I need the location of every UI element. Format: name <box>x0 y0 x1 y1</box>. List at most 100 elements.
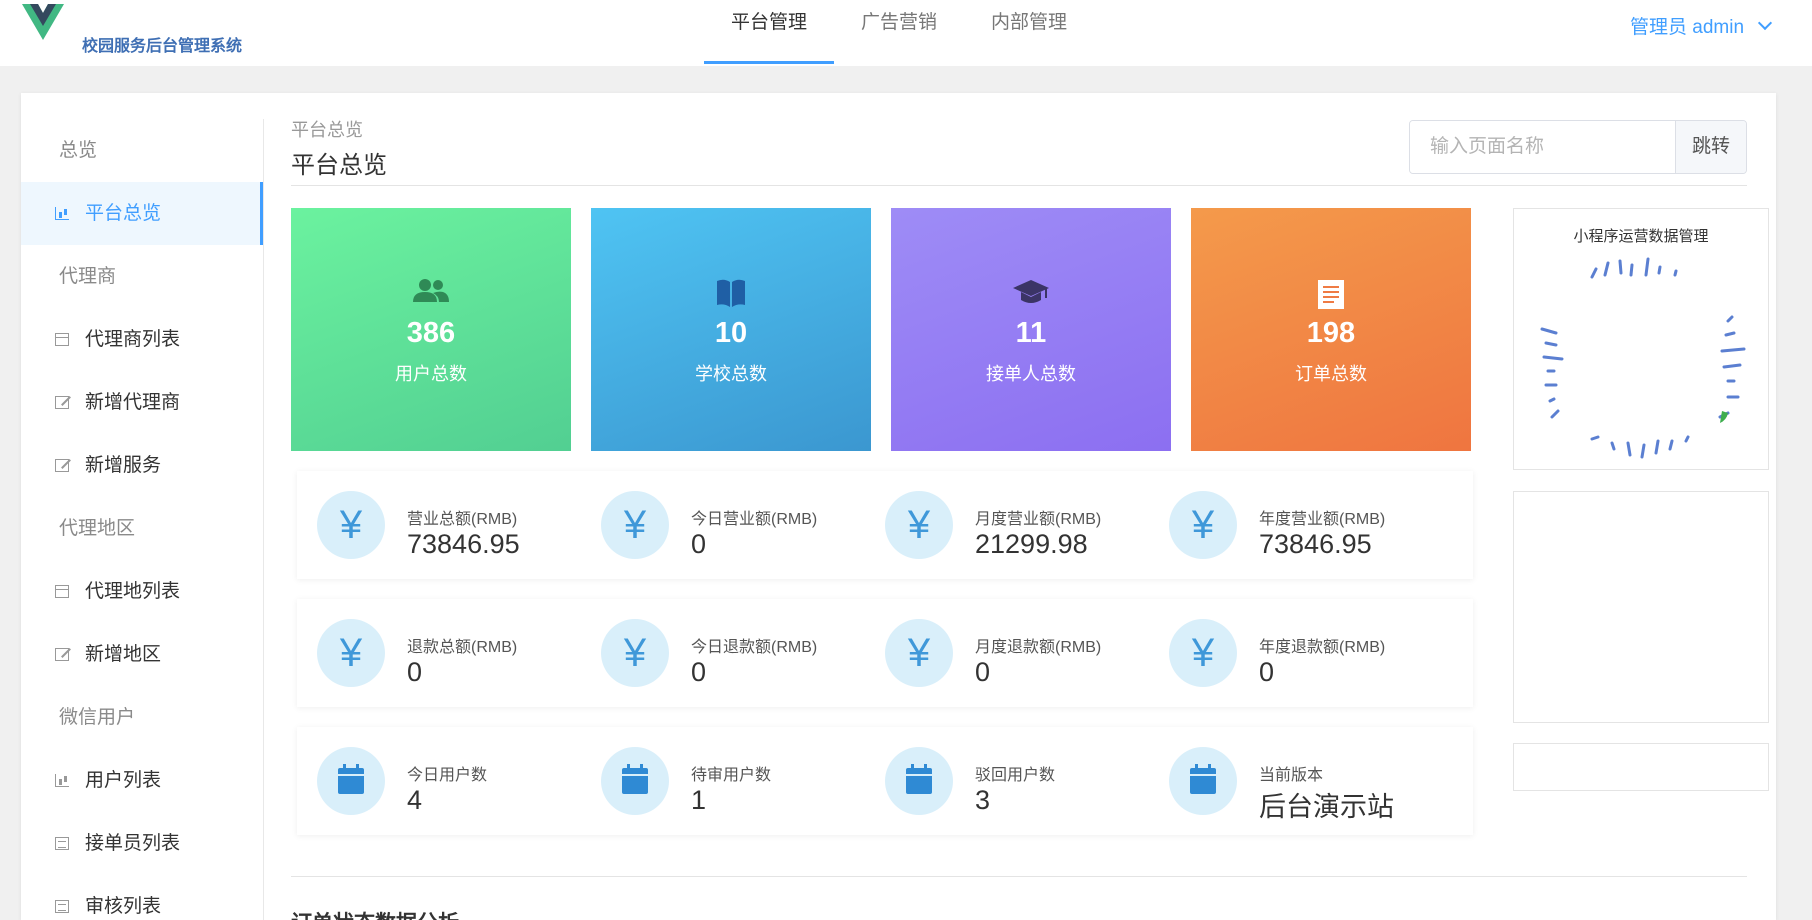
yuan-icon: ¥ <box>317 491 385 559</box>
sidebar-item-label: 用户列表 <box>85 770 162 791</box>
metric-monthly-refund: ¥ 月度退款额(RMB) 0 <box>865 619 1135 687</box>
sidebar-item-label: 代理商列表 <box>85 329 181 350</box>
sidebar-item-label: 新增服务 <box>85 455 162 476</box>
sidebar-item-platform-overview[interactable]: 平台总览 <box>21 182 263 245</box>
sidebar-group-wechat-users: 微信用户 <box>59 707 136 728</box>
yuan-icon: ¥ <box>601 619 669 687</box>
vue-logo-icon <box>22 4 64 40</box>
metric-rejected-users: 驳回用户数 3 <box>865 747 1135 815</box>
side-card-2 <box>1513 491 1769 723</box>
sidebar-item-region-list[interactable]: 代理地列表 <box>21 560 263 623</box>
metric-value: 4 <box>407 785 423 815</box>
order-status-section: 订单状态数据分析 <box>291 876 1747 920</box>
page-search: 跳转 <box>1409 120 1747 174</box>
sidebar-group-agents: 代理商 <box>59 266 117 287</box>
sidebar-item-label: 新增地区 <box>85 644 162 665</box>
metric-value: 73846.95 <box>407 529 520 559</box>
metric-label: 驳回用户数 <box>975 767 1056 784</box>
sidebar-item-add-service[interactable]: 新增服务 <box>21 434 263 497</box>
users-icon <box>413 279 449 302</box>
loading-spinner-icon <box>1540 257 1746 459</box>
tab-internal-management[interactable]: 内部管理 <box>964 0 1094 66</box>
sidebar-item-review-list[interactable]: 审核列表 <box>21 875 263 920</box>
jump-button[interactable]: 跳转 <box>1675 121 1746 173</box>
metric-today-revenue: ¥ 今日营业额(RMB) 0 <box>581 491 851 559</box>
sidebar-item-add-region[interactable]: 新增地区 <box>21 623 263 686</box>
page-search-input[interactable] <box>1410 121 1675 173</box>
edit-icon <box>55 648 69 661</box>
calendar-icon <box>55 585 69 598</box>
metric-value: 21299.98 <box>975 529 1088 559</box>
metric-value: 0 <box>1259 657 1275 687</box>
metric-monthly-revenue: ¥ 月度营业额(RMB) 21299.98 <box>865 491 1135 559</box>
yuan-icon: ¥ <box>601 491 669 559</box>
sidebar-item-agent-list[interactable]: 代理商列表 <box>21 308 263 371</box>
list-icon <box>55 900 69 913</box>
chart-icon <box>55 774 69 787</box>
metric-label: 当前版本 <box>1259 767 1324 784</box>
yuan-icon: ¥ <box>885 619 953 687</box>
content-area: 平台总览 平台总览 跳转 386 用户总数 <box>291 93 1771 920</box>
stat-card-users[interactable]: 386 用户总数 <box>291 208 571 451</box>
tab-platform-management[interactable]: 平台管理 <box>704 0 834 66</box>
sidebar-item-label: 接单员列表 <box>85 833 181 854</box>
stat-card-schools[interactable]: 10 学校总数 <box>591 208 871 451</box>
yuan-icon: ¥ <box>885 491 953 559</box>
edit-icon <box>55 459 69 472</box>
stat-value: 10 <box>714 317 748 349</box>
user-menu[interactable]: 管理员 admin <box>1630 12 1773 39</box>
sidebar-item-label: 新增代理商 <box>85 392 181 413</box>
metric-label: 待审用户数 <box>691 767 772 784</box>
calendar-icon <box>906 764 932 794</box>
stat-label: 用户总数 <box>395 364 467 384</box>
title-divider <box>291 185 1747 186</box>
metric-pending-users: 待审用户数 1 <box>581 747 851 815</box>
metric-label: 今日用户数 <box>407 767 488 784</box>
sidebar-item-user-list[interactable]: 用户列表 <box>21 749 263 812</box>
sidebar-group-overview: 总览 <box>59 140 98 161</box>
stat-card-orders[interactable]: 198 订单总数 <box>1191 208 1471 451</box>
metric-label: 年度营业额(RMB) <box>1259 511 1386 528</box>
sidebar-item-label: 代理地列表 <box>85 581 181 602</box>
system-title: 校园服务后台管理系统 <box>82 38 243 55</box>
document-icon <box>1318 280 1344 309</box>
metric-label: 年度退款额(RMB) <box>1259 639 1386 656</box>
mini-program-data-card: 小程序运营数据管理 <box>1513 208 1769 470</box>
metric-value: 1 <box>691 785 707 815</box>
metric-label: 今日退款额(RMB) <box>691 639 818 656</box>
metric-today-refund: ¥ 今日退款额(RMB) 0 <box>581 619 851 687</box>
user-metrics-row: 今日用户数 4 待审用户数 1 驳回用户数 3 当前版本 后台演示站 <box>297 727 1473 835</box>
tab-ad-marketing[interactable]: 广告营销 <box>834 0 964 66</box>
graduation-cap-icon <box>1013 280 1049 303</box>
metric-label: 退款总额(RMB) <box>407 639 518 656</box>
list-icon <box>55 837 69 850</box>
breadcrumb: 平台总览 <box>291 120 363 140</box>
stat-label: 学校总数 <box>695 364 767 384</box>
metric-value: 3 <box>975 785 991 815</box>
metric-total-refund: ¥ 退款总额(RMB) 0 <box>297 619 567 687</box>
metric-value: 后台演示站 <box>1259 792 1394 822</box>
calendar-icon <box>338 764 364 794</box>
metric-yearly-revenue: ¥ 年度营业额(RMB) 73846.95 <box>1149 491 1419 559</box>
page-title: 平台总览 <box>291 152 387 179</box>
sidebar-item-courier-list[interactable]: 接单员列表 <box>21 812 263 875</box>
metric-value: 0 <box>691 529 707 559</box>
calendar-icon <box>55 333 69 346</box>
metric-value: 0 <box>691 657 707 687</box>
sidebar: 总览 平台总览 代理商 代理商列表 新增代理商 新增服务 代理地区 代理地列表 … <box>21 119 264 920</box>
chevron-down-icon <box>1757 15 1773 31</box>
stat-label: 接单人总数 <box>986 364 1076 384</box>
section-title: 订单状态数据分析 <box>291 907 459 920</box>
metric-today-users: 今日用户数 4 <box>297 747 567 815</box>
sidebar-item-add-agent[interactable]: 新增代理商 <box>21 371 263 434</box>
yuan-icon: ¥ <box>1169 619 1237 687</box>
sidebar-item-label: 审核列表 <box>85 896 162 917</box>
metric-value: 0 <box>975 657 991 687</box>
metric-label: 营业总额(RMB) <box>407 511 518 528</box>
book-icon <box>717 279 745 307</box>
stat-card-couriers[interactable]: 11 接单人总数 <box>891 208 1171 451</box>
metric-current-version: 当前版本 后台演示站 <box>1149 747 1419 822</box>
user-label: 管理员 admin <box>1630 17 1745 38</box>
sidebar-group-regions: 代理地区 <box>59 518 136 539</box>
stat-value: 11 <box>1015 317 1047 349</box>
